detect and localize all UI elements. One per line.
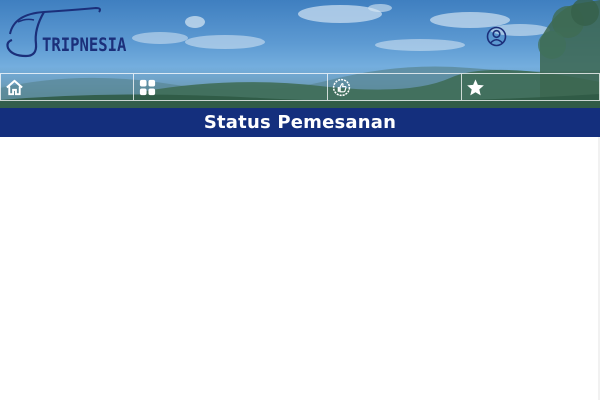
nav-item-categories[interactable] (133, 74, 327, 100)
nav-item-home[interactable] (0, 74, 133, 100)
star-icon (467, 79, 484, 96)
nav-item-recommendations[interactable] (327, 74, 461, 100)
app-page: TRIPNESIA Status Pemesanan (0, 0, 600, 400)
page-title-bar: Status Pemesanan (0, 108, 600, 137)
brand-name: TRIPNESIA (42, 34, 127, 56)
user-account-button[interactable] (486, 26, 507, 47)
home-icon (6, 79, 23, 96)
page-title: Status Pemesanan (203, 112, 397, 133)
main-navigation (0, 73, 600, 101)
grid-icon (139, 79, 156, 96)
brand-logo[interactable]: TRIPNESIA (4, 4, 139, 62)
thumbs-up-badge-icon (332, 78, 351, 97)
nav-item-favorites[interactable] (461, 74, 600, 100)
header-banner: TRIPNESIA (0, 0, 600, 108)
user-circle-icon (486, 26, 507, 47)
